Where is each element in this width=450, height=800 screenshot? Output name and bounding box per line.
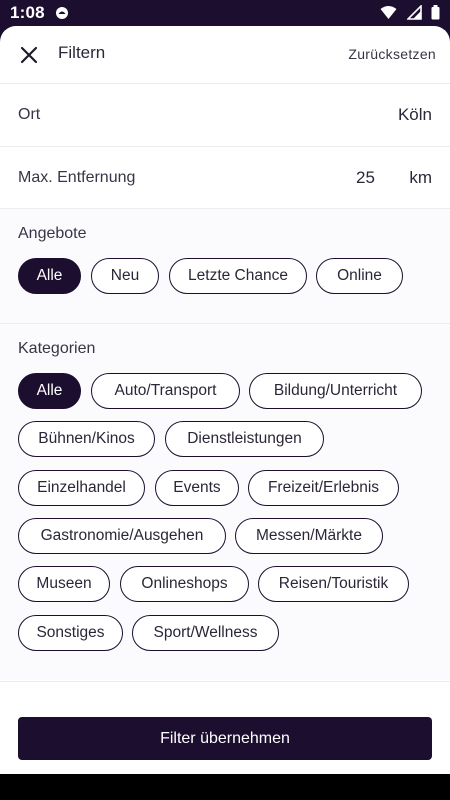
location-label: Ort <box>18 106 41 123</box>
battery-icon <box>431 5 440 20</box>
category-chip-alle[interactable]: Alle <box>18 373 81 409</box>
categories-chip-group: Alle Auto/Transport Bildung/Unterricht B… <box>18 373 438 658</box>
offer-chip-online[interactable]: Online <box>316 258 403 294</box>
offer-chip-letzte-chance[interactable]: Letzte Chance <box>169 258 307 294</box>
category-chip-gastronomie-ausgehen[interactable]: Gastronomie/Ausgehen <box>18 518 226 554</box>
category-chip-einzelhandel[interactable]: Einzelhandel <box>18 470 145 506</box>
category-chip-dienstleistungen[interactable]: Dienstleistungen <box>165 421 324 457</box>
apply-filter-button[interactable]: Filter übernehmen <box>18 717 432 760</box>
reset-button[interactable]: Zurücksetzen <box>348 46 436 62</box>
categories-section: Kategorien Alle Auto/Transport Bildung/U… <box>0 324 450 680</box>
location-value: Köln <box>397 105 432 124</box>
category-chip-museen[interactable]: Museen <box>18 566 110 602</box>
category-chip-onlineshops[interactable]: Onlineshops <box>120 566 249 602</box>
filter-header: Filtern Zurücksetzen <box>0 26 450 84</box>
status-time: 1:08 <box>10 3 45 22</box>
categories-title: Kategorien <box>18 340 96 357</box>
offers-title: Angebote <box>18 225 87 242</box>
footer-divider <box>0 681 450 682</box>
offers-chip-group: Alle Neu Letzte Chance Online <box>18 258 438 296</box>
close-button[interactable] <box>12 38 46 72</box>
page-title: Filtern <box>58 43 106 62</box>
distance-label: Max. Entfernung <box>18 169 136 186</box>
system-navigation-bar <box>0 774 450 800</box>
category-chip-events[interactable]: Events <box>155 470 239 506</box>
category-chip-messen-maerkte[interactable]: Messen/Märkte <box>235 518 383 554</box>
close-icon <box>20 46 38 64</box>
distance-row: Max. Entfernung 25 km <box>0 147 450 209</box>
distance-value-input[interactable]: 25 <box>356 168 375 188</box>
filter-sheet: Filtern Zurücksetzen Ort Köln Max. Entfe… <box>0 26 450 774</box>
distance-unit: km <box>409 168 432 187</box>
category-chip-freizeit-erlebnis[interactable]: Freizeit/Erlebnis <box>248 470 399 506</box>
category-chip-auto-transport[interactable]: Auto/Transport <box>91 373 240 409</box>
category-chip-sonstiges[interactable]: Sonstiges <box>18 615 123 651</box>
category-chip-buehnen-kinos[interactable]: Bühnen/Kinos <box>18 421 155 457</box>
location-row[interactable]: Ort Köln <box>0 84 450 147</box>
offer-chip-alle[interactable]: Alle <box>18 258 81 294</box>
offer-chip-neu[interactable]: Neu <box>91 258 159 294</box>
wifi-icon <box>380 6 397 19</box>
category-chip-sport-wellness[interactable]: Sport/Wellness <box>132 615 279 651</box>
category-chip-bildung-unterricht[interactable]: Bildung/Unterricht <box>249 373 422 409</box>
app-notification-icon <box>55 6 69 25</box>
category-chip-reisen-touristik[interactable]: Reisen/Touristik <box>258 566 409 602</box>
offers-section: Angebote Alle Neu Letzte Chance Online <box>0 209 450 324</box>
status-bar: 1:08 <box>0 0 450 26</box>
signal-icon <box>405 4 422 20</box>
